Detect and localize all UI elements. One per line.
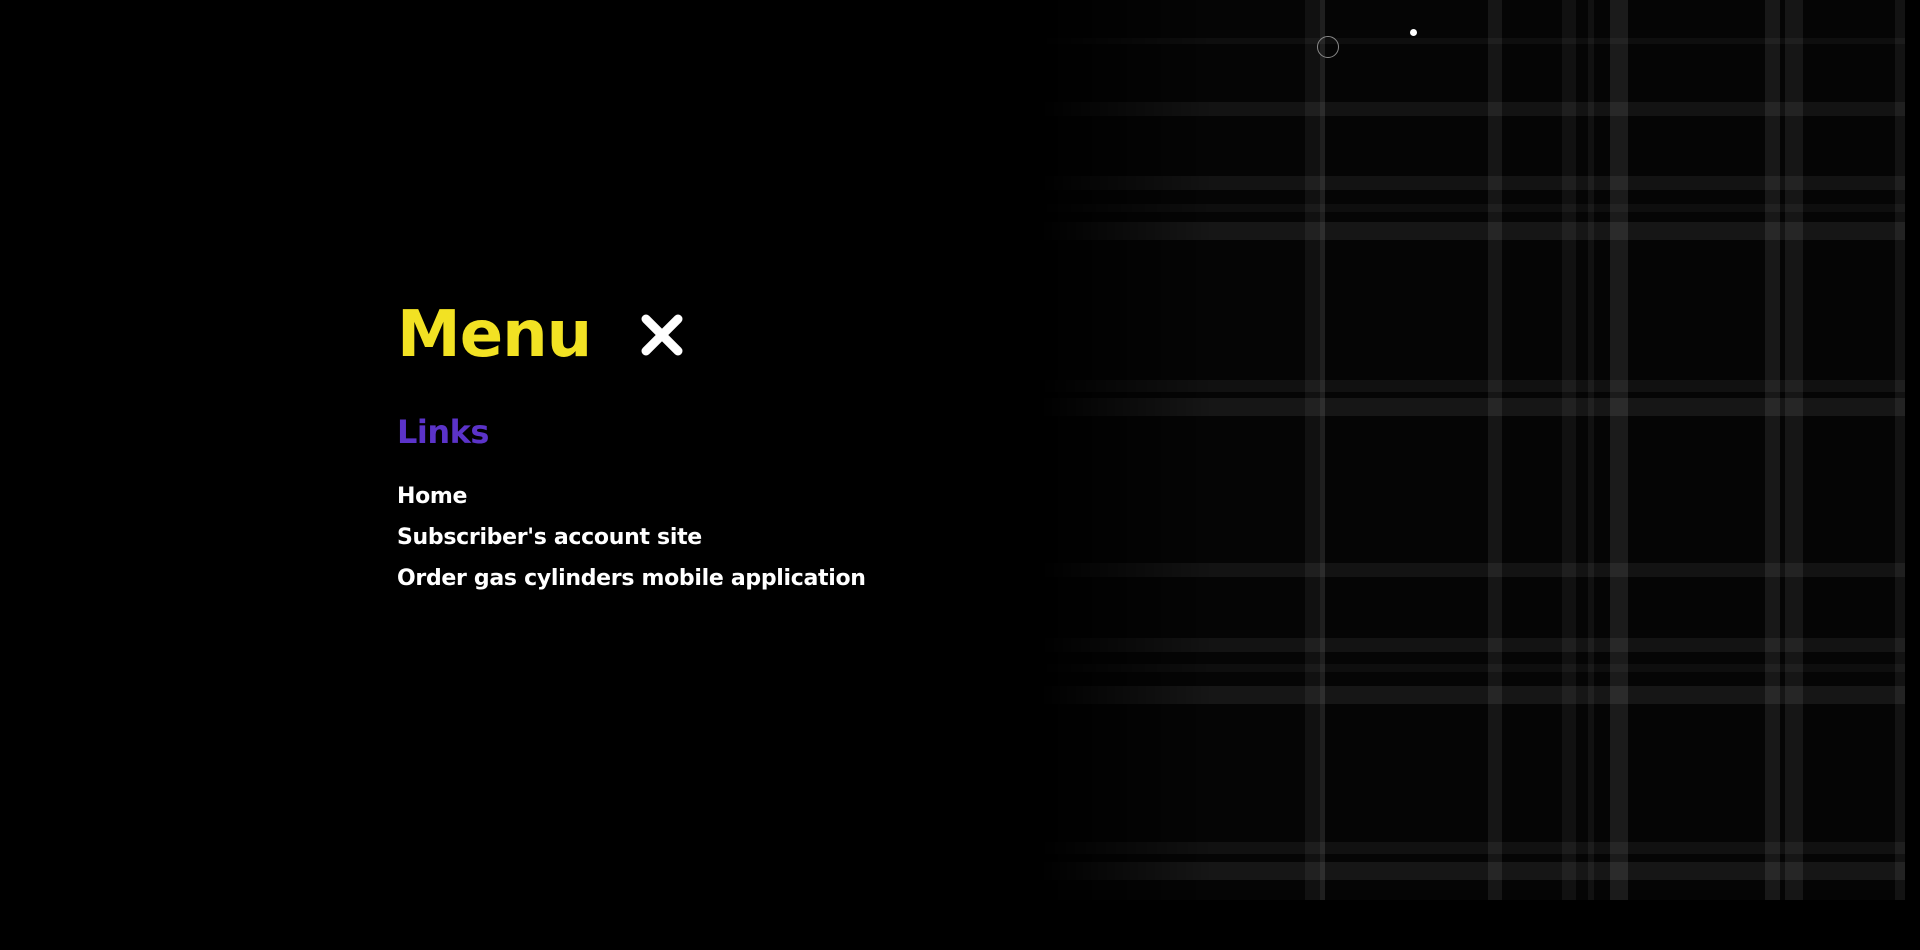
cursor-ring: [1317, 36, 1339, 58]
close-menu-button[interactable]: [637, 310, 687, 360]
close-icon: [641, 314, 683, 356]
menu-overlay: Menu Links Home Subscriber's account sit…: [0, 0, 1920, 950]
home-link[interactable]: Home: [397, 484, 467, 509]
menu-header: Menu: [397, 298, 866, 372]
order-gas-app-link[interactable]: Order gas cylinders mobile application: [397, 566, 866, 591]
menu-title: Menu: [397, 298, 592, 372]
menu-panel: Menu Links Home Subscriber's account sit…: [397, 298, 866, 599]
subscriber-account-link[interactable]: Subscriber's account site: [397, 525, 702, 550]
list-item: Order gas cylinders mobile application: [397, 558, 866, 599]
links-list: Home Subscriber's account site Order gas…: [397, 476, 866, 599]
plaid-background: [1040, 0, 1905, 900]
cursor-dot: [1410, 29, 1417, 36]
list-item: Home: [397, 476, 866, 517]
list-item: Subscriber's account site: [397, 517, 866, 558]
links-section-title: Links: [397, 413, 489, 451]
